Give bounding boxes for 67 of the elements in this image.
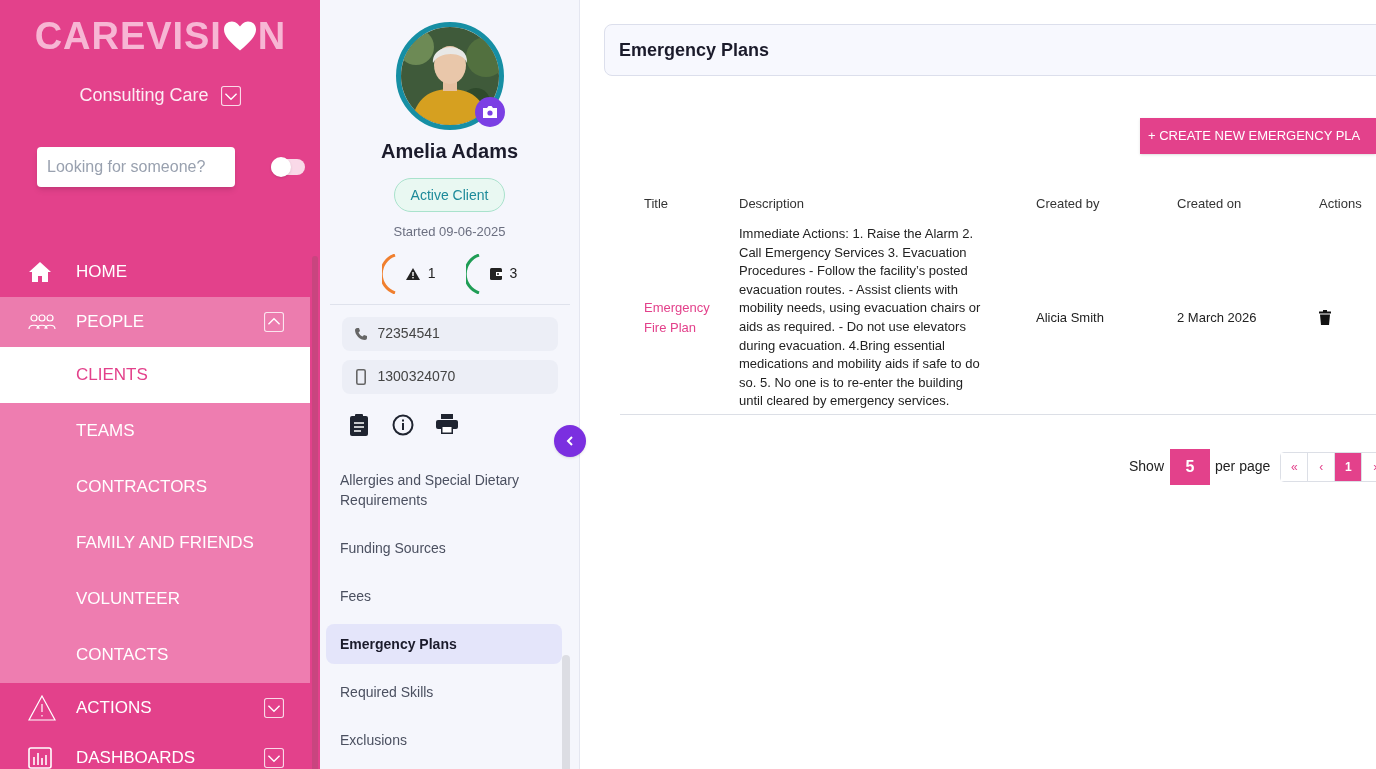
create-button[interactable]: + CREATE NEW EMERGENCY PLA (1140, 118, 1376, 154)
pagination-label: Show (1129, 457, 1165, 477)
phone-icon (353, 326, 368, 341)
column-header: Created on (1177, 195, 1243, 214)
chevron-icon[interactable] (264, 698, 284, 718)
client-name: Amelia Adams (380, 139, 519, 164)
column-header: Title (644, 195, 670, 214)
chart-icon (28, 747, 52, 769)
pagination-label: per page (1215, 457, 1271, 477)
toggle-switch[interactable] (271, 159, 305, 175)
phone-field: 1300324070 (341, 359, 558, 394)
nav-subitem[interactable]: FAMILY AND FRIENDS (0, 515, 310, 571)
collapse-button[interactable] (554, 425, 586, 457)
nav-subitem[interactable]: VOLUNTEER (0, 571, 310, 627)
wallet-icon (489, 267, 502, 280)
nav-item: ACTIONS (76, 697, 153, 720)
delete-icon[interactable] (1319, 310, 1331, 326)
table-link[interactable]: Emergency Fire Plan (644, 297, 724, 338)
warning-icon (405, 267, 420, 280)
clipboard-icon[interactable] (347, 413, 370, 436)
scrollbar[interactable] (312, 256, 318, 769)
column-header: Description (739, 195, 806, 214)
chevron-left-icon (566, 435, 574, 447)
nav-item: PEOPLE (76, 311, 146, 334)
menu-item[interactable]: Required Skills (326, 671, 562, 712)
table-cell-text: 2 March 2026 (1177, 309, 1258, 328)
nav-subitem[interactable]: CLIENTS (0, 347, 310, 403)
info-icon[interactable] (391, 413, 414, 436)
camera-icon (481, 105, 498, 119)
start-date: Started 09-06-2025 (393, 223, 506, 241)
count-label: 3 (509, 264, 518, 283)
dropdown-icon[interactable] (220, 85, 241, 106)
mobile-icon (355, 368, 366, 385)
page-button[interactable]: « (1281, 452, 1309, 481)
nav-group-header[interactable]: PEOPLE (0, 297, 310, 347)
menu-item[interactable]: Fees (326, 575, 562, 616)
nav-item[interactable]: HOME (76, 259, 284, 285)
column-header: Actions (1319, 195, 1363, 214)
menu-item[interactable]: Allergies and Special Dietary Requirements (326, 459, 562, 520)
page-header: Emergency Plans (604, 24, 1376, 76)
organisation-name: Consulting Care (79, 84, 209, 107)
chevron-icon[interactable] (264, 748, 284, 768)
search-field[interactable]: Looking for someone? (37, 147, 235, 187)
menu-item[interactable]: Emergency Plans (326, 623, 562, 664)
phone-field: 72354541 (341, 316, 558, 351)
nav-subitem[interactable]: CONTRACTORS (0, 459, 310, 515)
print-icon[interactable] (435, 413, 458, 434)
menu-item[interactable]: Exclusions (326, 719, 562, 760)
nav-subitem[interactable]: CONTACTS (0, 627, 310, 683)
logo: CAREVISI N (33, 13, 287, 59)
per-page-select[interactable]: 5 (1170, 448, 1211, 485)
column-header: Created by (1036, 195, 1101, 214)
home-icon (28, 261, 52, 283)
nav-subitem[interactable]: TEAMS (0, 403, 310, 459)
nav-item: DASHBOARDS (76, 747, 197, 769)
camera-button[interactable] (474, 97, 505, 127)
table-cell-text: Alicia Smith (1036, 309, 1105, 328)
count-label: 1 (427, 264, 436, 283)
people-icon (28, 313, 56, 331)
warning-icon (28, 695, 56, 721)
table-cell-text: Immediate Actions: 1. Raise the Alarm 2. Call Emergency Services 3. Evacuation Procedures - Follow the facility’s posted evacuation routes. - Assist clients with mobility needs, using evacuation chairs or aids as required. - Do not use elevators during evacuation. 4.Bring essential medications and mobility aids if safe to do so. 5. No one is to re-enter the building until cleared by emergency services. (739, 225, 982, 411)
page-button[interactable]: 1 (1335, 452, 1363, 481)
status-badge: Active Client (393, 178, 506, 212)
menu-item[interactable]: Funding Sources (326, 527, 562, 568)
scrollbar[interactable] (562, 655, 570, 769)
chevron-icon[interactable] (264, 312, 284, 332)
heart-icon (221, 20, 258, 52)
